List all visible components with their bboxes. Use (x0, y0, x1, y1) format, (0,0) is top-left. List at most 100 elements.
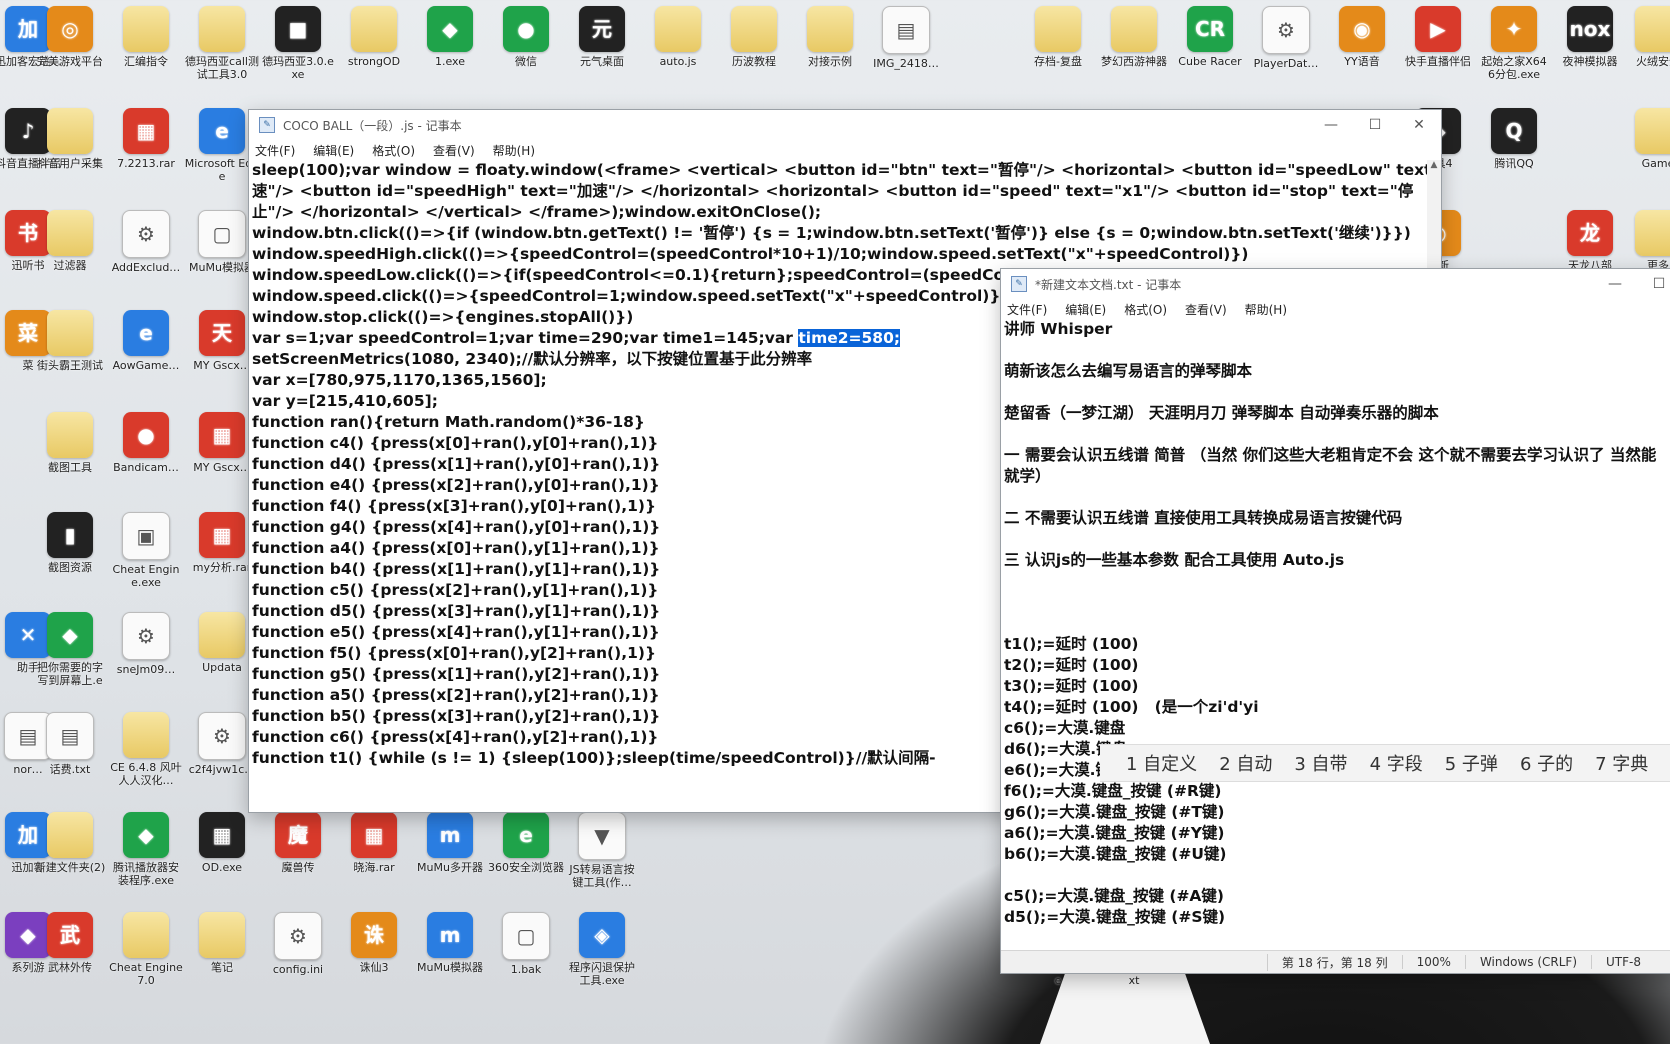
desktop-icon[interactable]: ▼ JS转易语言按键工具(作… (564, 812, 640, 889)
desktop-icon[interactable]: CE 6.4.8 风叶人人汉化… (108, 712, 184, 787)
desktop-icon[interactable]: ▤ 话费.txt (32, 712, 108, 776)
close-icon[interactable]: ✕ (1397, 110, 1441, 140)
desktop-icon[interactable]: ● Bandicam… (108, 412, 184, 474)
desktop-icon[interactable]: m MuMu多开器 (412, 812, 488, 874)
menu-format[interactable]: 格式(O) (372, 142, 415, 159)
maximize-icon[interactable]: ☐ (1637, 269, 1670, 299)
desktop-icon-label: AowGame… (112, 359, 180, 372)
desktop-icon[interactable]: nox 夜神模拟器 (1552, 6, 1628, 68)
notepad-window-txt[interactable]: ✎ *新建文本文档.txt - 记事本 — ☐ 文件(F) 编辑(E) 格式(O… (1000, 268, 1670, 974)
text-editor-txt[interactable]: 讲师 Whisper 萌新该怎么去编写易语言的弹琴脚本 楚留香（一梦江湖） 天涯明月… (1001, 319, 1670, 928)
desktop-icon[interactable]: 过滤器 (32, 210, 108, 272)
desktop-icon[interactable]: ◆ 1.exe (412, 6, 488, 68)
ime-candidate[interactable]: 7 字典 (1595, 750, 1648, 776)
desktop-icon[interactable]: ⚙ AddExclud… (108, 210, 184, 274)
menu-edit[interactable]: 编辑(E) (1065, 301, 1106, 318)
maximize-icon[interactable]: ☐ (1353, 110, 1397, 140)
desktop-icon[interactable]: ◎ 完美游戏平台 (32, 6, 108, 68)
desktop-icon[interactable]: ■ 德玛西亚3.0.exe (260, 6, 336, 81)
desktop-icon[interactable]: ⚙ sneJm09… (108, 612, 184, 676)
desktop-icon-image: 元 (579, 6, 625, 52)
desktop-icon[interactable]: ◆ 腾讯播放器安装程序.exe (108, 812, 184, 887)
menu-format[interactable]: 格式(O) (1124, 301, 1167, 318)
desktop-icon[interactable]: ▢ 1.bak (488, 912, 564, 976)
menu-view[interactable]: 查看(V) (1185, 301, 1227, 318)
desktop-icon[interactable]: CR Cube Racer (1172, 6, 1248, 68)
desktop-icon[interactable]: Cheat Engine 7.0 (108, 912, 184, 987)
desktop-icon-image: ⚙ (198, 712, 246, 760)
desktop-icon-image (1111, 6, 1157, 52)
desktop-icon[interactable]: ▶ 快手直播伴侣 (1400, 6, 1476, 68)
minimize-icon[interactable]: — (1593, 269, 1637, 299)
menu-edit[interactable]: 编辑(E) (313, 142, 354, 159)
text-line-content: c5();=大漠.键盘_按键 (#A键) (1004, 887, 1225, 905)
ime-candidate[interactable]: 5 子弹 (1445, 750, 1498, 776)
desktop-icon[interactable]: auto.js (640, 6, 716, 68)
desktop-icon[interactable]: Q 腾讯QQ (1476, 108, 1552, 170)
desktop-icon-image (1635, 210, 1670, 256)
ime-candidate[interactable]: 1 自定义 (1126, 750, 1197, 776)
desktop-icon[interactable]: 魔魔兽传 (260, 812, 336, 874)
desktop-icon[interactable]: e AowGame… (108, 310, 184, 372)
desktop-icon-label: Bandicam… (113, 461, 179, 474)
desktop-icon[interactable]: 截图工具 (32, 412, 108, 474)
desktop-icon[interactable]: ◈ 程序闪退保护工具.exe (564, 912, 640, 987)
desktop-icon[interactable]: ⚙ PlayerDat… (1248, 6, 1324, 70)
minimize-icon[interactable]: — (1309, 110, 1353, 140)
desktop-icon[interactable]: 街头霸王测试 (32, 310, 108, 372)
menu-file[interactable]: 文件(F) (255, 142, 295, 159)
desktop-icon[interactable]: ▦ 7.2213.rar (108, 108, 184, 170)
ime-candidate[interactable]: 6 子的 (1520, 750, 1573, 776)
desktop-icon[interactable]: ● 微信 (488, 6, 564, 68)
menu-help[interactable]: 帮助(H) (1245, 301, 1287, 318)
desktop-icon[interactable]: strongOD (336, 6, 412, 68)
desktop-icon[interactable]: 历波教程 (716, 6, 792, 68)
desktop-icon-label: 德玛西亚3.0.exe (262, 55, 334, 81)
desktop-icon[interactable]: 元元气桌面 (564, 6, 640, 68)
desktop-icon[interactable]: 武武林外传 (32, 912, 108, 974)
desktop-icon[interactable]: 新建文件夹(2) (32, 812, 108, 874)
ime-candidate[interactable]: 3 自带 (1294, 750, 1347, 776)
desktop-icon-image (199, 912, 245, 958)
desktop-icon[interactable]: ▣ Cheat Engine.exe (108, 512, 184, 589)
menu-file[interactable]: 文件(F) (1007, 301, 1047, 318)
desktop-icon[interactable]: ✦ 起始之家X64 6分包.exe (1476, 6, 1552, 81)
desktop-icon[interactable]: ▦ 晓海.rar (336, 812, 412, 874)
desktop-icon[interactable]: 梦幻西游神器 (1096, 6, 1172, 68)
title-bar[interactable]: ✎ COCO BALL（一段）.js - 记事本 — ☐ ✕ (249, 110, 1441, 140)
scroll-up-icon[interactable]: ▲ (1427, 160, 1441, 170)
desktop-icon[interactable]: ◆ 把你需要的字写到屏幕上.e (32, 612, 108, 687)
desktop-icon[interactable]: m MuMu模拟器 (412, 912, 488, 974)
desktop-icon-label: AddExclud… (111, 261, 181, 274)
ime-candidate[interactable]: 2 自动 (1219, 750, 1272, 776)
ime-candidate[interactable]: 4 字段 (1370, 750, 1423, 776)
desktop-icon[interactable]: ▤ IMG_2418… (868, 6, 944, 70)
desktop-icon-image (47, 812, 93, 858)
desktop-icon[interactable]: 火绒安全 (1620, 6, 1670, 68)
desktop-icon[interactable]: 诛诛仙3 (336, 912, 412, 974)
desktop-icon[interactable]: ⚙ config.ini (260, 912, 336, 976)
desktop-icon-image (47, 412, 93, 458)
desktop-icon[interactable]: ◉ YY语音 (1324, 6, 1400, 68)
text-line: 二 不需要认识五线谱 直接使用工具转换成易语言按键代码 (1004, 508, 1670, 529)
desktop-icon[interactable]: 笔记 (184, 912, 260, 974)
desktop-icon[interactable]: Game (1620, 108, 1670, 170)
menu-help[interactable]: 帮助(H) (493, 142, 535, 159)
text-line-content: t4();=延时 (100) (是一个zi'd'yi (1004, 698, 1259, 716)
desktop-icon[interactable]: ▮ 截图资源 (32, 512, 108, 574)
desktop-icon[interactable]: 龙天龙八部 (1552, 210, 1628, 272)
menu-view[interactable]: 查看(V) (433, 142, 475, 159)
desktop-icon[interactable]: 抖音用户采集 (32, 108, 108, 170)
desktop-icon[interactable]: 对接示例 (792, 6, 868, 68)
title-bar[interactable]: ✎ *新建文本文档.txt - 记事本 — ☐ (1001, 269, 1670, 299)
desktop-icon[interactable]: e 360安全浏览器 (488, 812, 564, 874)
desktop-icon[interactable]: 汇编指令 (108, 6, 184, 68)
desktop-icon[interactable]: ▦ OD.exe (184, 812, 260, 874)
desktop-icon-image: 武 (47, 912, 93, 958)
desktop-icon-label: 汇编指令 (124, 55, 168, 68)
desktop-icon[interactable]: 更多 (1620, 210, 1670, 272)
desktop-icon[interactable]: 存档-复盘 (1020, 6, 1096, 68)
text-line-content: var s=1;var speedControl=1;var time=290;… (252, 329, 799, 347)
desktop-icon-image (123, 912, 169, 958)
desktop-icon[interactable]: 德玛西亚call测试工具3.0 (184, 6, 260, 81)
